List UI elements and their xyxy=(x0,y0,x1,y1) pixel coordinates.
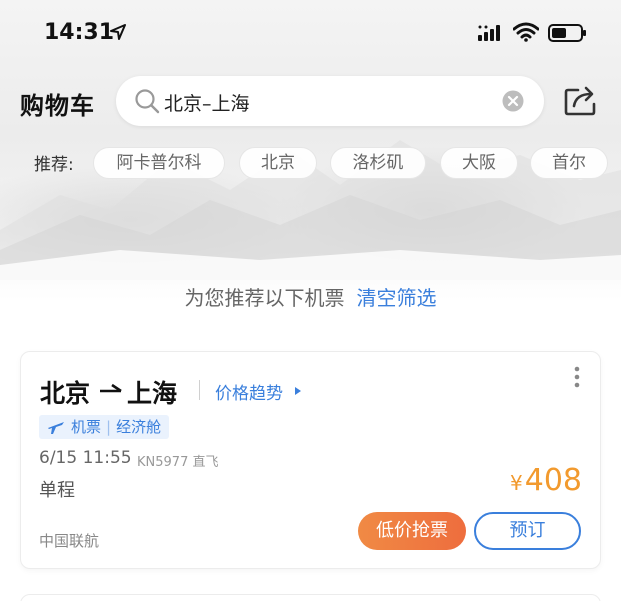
flight-datetime: 6/15 11:55 xyxy=(39,448,132,468)
low-price-grab-button[interactable]: 低价抢票 xyxy=(358,512,466,550)
badge-separator: | xyxy=(106,418,112,436)
arrow-right-icon xyxy=(100,383,122,393)
route-to: 上海 xyxy=(127,379,178,408)
price-value: 408 xyxy=(524,463,582,498)
signal-icon xyxy=(478,25,500,41)
next-card xyxy=(20,594,601,601)
triangle-right-icon xyxy=(295,387,301,395)
search-box[interactable]: 北京–上海 xyxy=(116,76,544,126)
wifi-icon xyxy=(513,22,539,42)
recommend-label: 推荐: xyxy=(34,155,74,175)
page-title: 购物车 xyxy=(20,92,95,120)
mountain-background-image xyxy=(0,140,621,280)
location-arrow-icon xyxy=(110,24,126,40)
recommend-text: 为您推荐以下机票 xyxy=(184,286,345,310)
route-from: 北京 xyxy=(40,379,91,408)
flight-card[interactable]: 北京 上海 价格趋势 机票 | 经济舱 6/15 11:55 KN5977 直飞… xyxy=(20,351,601,569)
price: ¥408 xyxy=(510,463,582,498)
recommend-summary: 为您推荐以下机票 清空筛选 xyxy=(0,282,621,311)
airline-name: 中国联航 xyxy=(39,532,100,550)
tag-los-angeles[interactable]: 洛杉矶 xyxy=(330,147,426,179)
status-time: 14:31 xyxy=(44,20,115,45)
tag-seoul[interactable]: 首尔 xyxy=(530,147,608,179)
battery-icon xyxy=(548,24,586,42)
book-button[interactable]: 预订 xyxy=(474,512,581,550)
search-icon xyxy=(135,89,160,114)
badge-type: 机票 xyxy=(71,418,102,436)
badge-class: 经济舱 xyxy=(116,418,162,436)
flight-number: KN5977 直飞 xyxy=(137,455,219,470)
currency-symbol: ¥ xyxy=(510,471,523,495)
share-icon[interactable] xyxy=(564,84,598,116)
search-input[interactable]: 北京–上海 xyxy=(164,89,250,116)
tag-osaka[interactable]: 大阪 xyxy=(440,147,518,179)
tag-beijing[interactable]: 北京 xyxy=(239,147,317,179)
tag-acapulco[interactable]: 阿卡普尔科 xyxy=(93,147,225,179)
trip-type: 单程 xyxy=(39,480,75,501)
clear-filter-link[interactable]: 清空筛选 xyxy=(357,286,437,310)
price-trend-link[interactable]: 价格趋势 xyxy=(215,379,283,404)
plane-icon xyxy=(48,422,64,434)
clear-icon[interactable] xyxy=(502,90,524,112)
ticket-type-badge: 机票 | 经济舱 xyxy=(39,415,170,439)
divider xyxy=(199,380,200,400)
more-icon[interactable] xyxy=(573,366,581,390)
